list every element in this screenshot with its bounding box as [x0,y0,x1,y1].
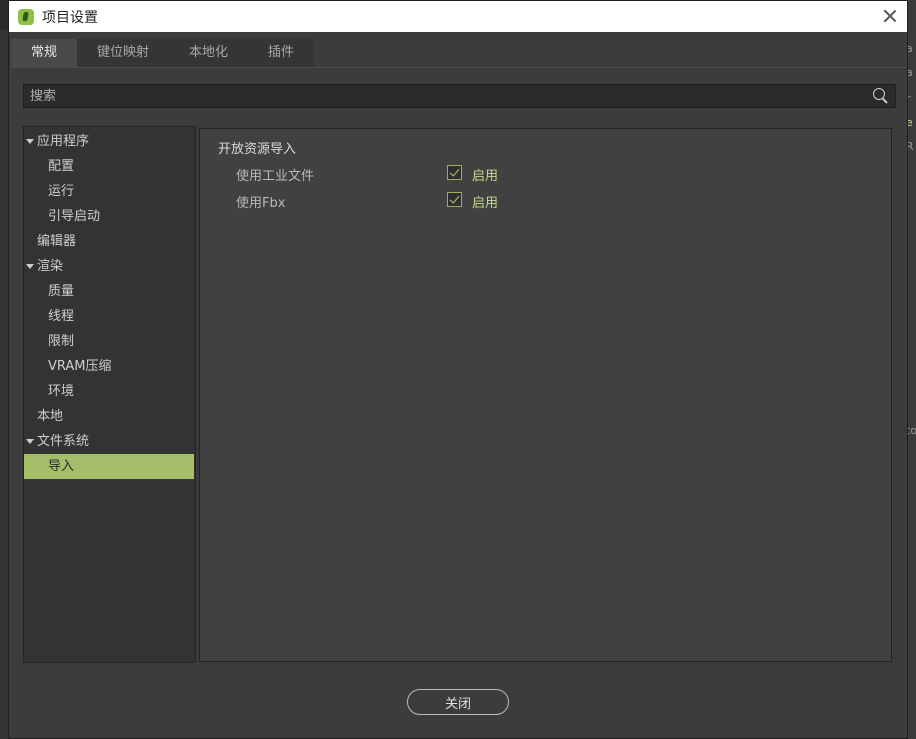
settings-tree: 应用程序 配置 运行 引导启动 编辑器 渲染 质量 线程 限制 VRAM压缩 环… [23,126,196,663]
tree-item-label: 线程 [48,309,75,324]
tab-plugins[interactable]: 插件 [248,39,315,67]
close-icon[interactable] [881,7,899,25]
tree-item-boot[interactable]: 引导启动 [24,204,195,229]
checkbox-label[interactable]: 启用 [472,165,498,184]
tree-item-quality[interactable]: 质量 [24,279,195,304]
tab-divider [11,67,907,68]
background-app-left [0,30,8,739]
tree-item-label: 环境 [48,384,75,399]
tree-item-label: 导入 [48,459,75,474]
tree-item-label: 运行 [48,184,75,199]
search-bar [23,84,896,108]
enable-industrial-files-checkbox[interactable] [447,165,462,180]
setting-label: 使用工业文件 [236,169,315,184]
search-icon[interactable] [873,88,889,104]
section-title: 开放资源导入 [218,142,297,157]
tree-item-limits[interactable]: 限制 [24,329,195,354]
tree-item-filesystem[interactable]: 文件系统 [24,429,195,454]
tree-item-vram-compression[interactable]: VRAM压缩 [24,354,195,379]
tree-item-label: 配置 [48,159,75,174]
close-button[interactable]: 关闭 [407,689,509,715]
tree-item-label: 编辑器 [37,234,77,249]
setting-label: 使用Fbx [236,196,286,211]
tree-item-run[interactable]: 运行 [24,179,195,204]
tree-item-import[interactable]: 导入 [24,454,194,479]
caret-down-icon[interactable] [26,264,34,269]
tree-item-config[interactable]: 配置 [24,154,195,179]
tree-item-editor[interactable]: 编辑器 [24,229,195,254]
project-settings-dialog: 项目设置 常规 键位映射 本地化 插件 应用程序 配置 运行 引导启动 编辑器 … [8,0,908,739]
caret-down-icon[interactable] [26,139,34,144]
caret-down-icon[interactable] [26,439,34,444]
window-title: 项目设置 [42,9,98,26]
tree-item-label: 文件系统 [37,434,90,449]
tab-localization[interactable]: 本地化 [169,39,249,67]
tree-item-threads[interactable]: 线程 [24,304,195,329]
tree-item-label: 渲染 [37,259,64,274]
tree-item-label: 应用程序 [37,134,90,149]
tree-item-label: 限制 [48,334,75,349]
search-input[interactable] [30,85,860,107]
tree-item-label: VRAM压缩 [48,359,112,374]
setting-row-fbx: 使用Fbx 启用 [236,190,636,211]
tree-item-application[interactable]: 应用程序 [24,129,195,154]
tree-item-environment[interactable]: 环境 [24,379,195,404]
tab-key-mapping[interactable]: 键位映射 [77,39,170,67]
app-logo-icon [18,8,34,25]
tree-item-label: 质量 [48,284,75,299]
tab-bar: 常规 键位映射 本地化 插件 [11,39,315,67]
setting-row-industrial-files: 使用工业文件 启用 [236,163,636,184]
tree-item-local[interactable]: 本地 [24,404,195,429]
enable-fbx-checkbox[interactable] [447,192,462,207]
settings-content: 开放资源导入 使用工业文件 启用 使用Fbx 启用 [199,128,892,662]
tree-item-label: 本地 [37,409,64,424]
checkbox-label[interactable]: 启用 [472,192,498,211]
title-bar[interactable]: 项目设置 [9,1,907,32]
tab-general[interactable]: 常规 [11,39,78,67]
tree-item-rendering[interactable]: 渲染 [24,254,195,279]
tree-item-label: 引导启动 [48,209,101,224]
